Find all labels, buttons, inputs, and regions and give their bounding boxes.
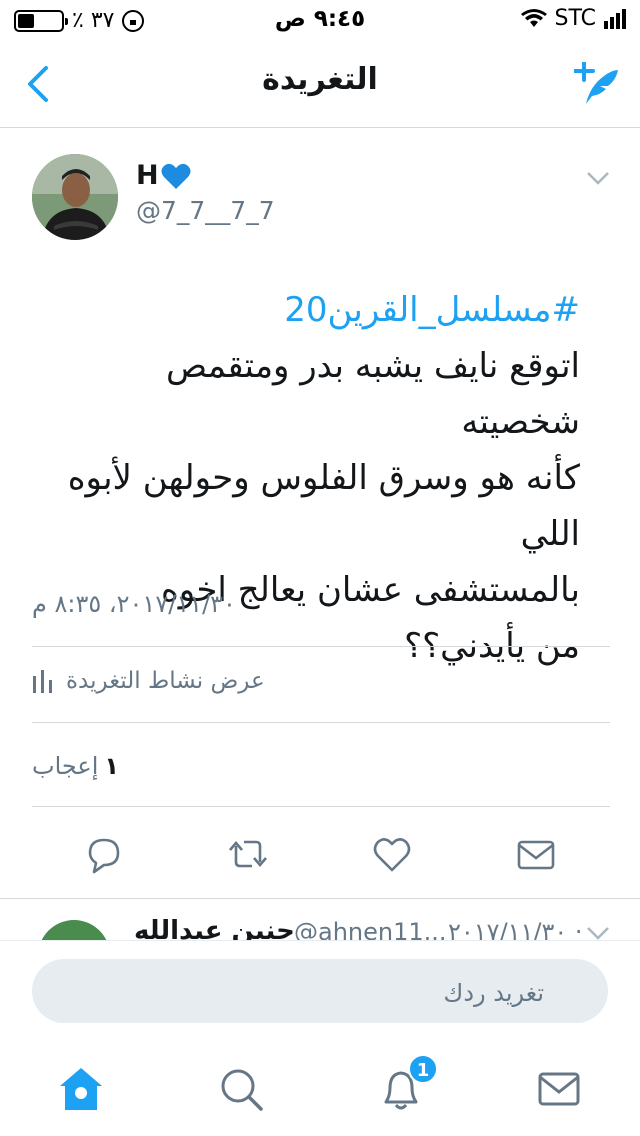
reply-author-handle: @ahnen11...: [294, 918, 447, 940]
home-icon[interactable]: [56, 1064, 106, 1114]
analytics-icon: [33, 670, 52, 693]
hashtag-link[interactable]: #مسلسل_القرين20: [40, 282, 580, 338]
avatar-photo: [32, 154, 118, 240]
divider: [32, 722, 610, 723]
likes-summary[interactable]: ١ إعجاب: [32, 752, 119, 780]
likes-label: إعجاب: [32, 752, 99, 780]
author-name-text: H: [136, 160, 159, 191]
status-right: STC: [520, 6, 626, 31]
reply-composer: تغريد ردك: [0, 940, 640, 1040]
reply-placeholder: تغريد ردك: [443, 979, 544, 1007]
signal-icon: [604, 8, 626, 29]
avatar[interactable]: [38, 920, 110, 940]
wifi-icon: [520, 8, 547, 27]
compose-tweet-icon[interactable]: [574, 62, 618, 106]
tab-bar: [0, 1040, 640, 1136]
reply-tweet-preview[interactable]: حنين عبدالله @ahnen11... ٢٠١٧/١١/٣٠ ·: [0, 900, 640, 940]
search-icon[interactable]: [216, 1064, 266, 1114]
view-tweet-activity[interactable]: عرض نشاط التغريدة: [32, 668, 265, 694]
nav-bar: التغريدة: [0, 40, 640, 128]
tweet-actions: [0, 832, 640, 882]
avatar[interactable]: [32, 154, 118, 240]
author-handle[interactable]: @7_7__7_7: [136, 196, 275, 225]
tweet-line: كأنه هو وسرق الفلوس وحولهن لأبوه اللي: [67, 458, 580, 554]
divider: [32, 806, 610, 807]
activity-label: عرض نشاط التغريدة: [66, 668, 265, 694]
mail-icon[interactable]: [514, 832, 558, 876]
page-title: التغريدة: [262, 62, 378, 97]
tweet-line: اتوقع نايف يشبه بدر ومتقمص شخصيته: [166, 346, 580, 442]
status-bar: ٪ ٣٧ ٩:٤٥ ص STC: [0, 0, 640, 40]
blue-heart-icon: [161, 163, 191, 189]
likes-count: ١: [104, 752, 120, 780]
messages-icon[interactable]: [534, 1064, 584, 1114]
retweet-icon[interactable]: [226, 832, 270, 876]
reply-icon[interactable]: [82, 832, 126, 876]
tweet-timestamp: ٢٠١٧/١١/٣٠، ٨:٣٥ م: [32, 590, 236, 618]
reply-author-name: حنين عبدالله: [134, 916, 295, 940]
carrier-name: STC: [554, 6, 596, 31]
notifications-badge: 1: [408, 1054, 438, 1084]
heart-icon[interactable]: [370, 832, 414, 876]
reply-date: ٢٠١٧/١١/٣٠ ·: [448, 918, 583, 940]
divider: [32, 646, 610, 647]
chevron-down-icon[interactable]: [586, 926, 610, 940]
chevron-down-icon[interactable]: [586, 170, 610, 186]
author-name[interactable]: H: [136, 160, 191, 191]
divider: [0, 898, 640, 899]
